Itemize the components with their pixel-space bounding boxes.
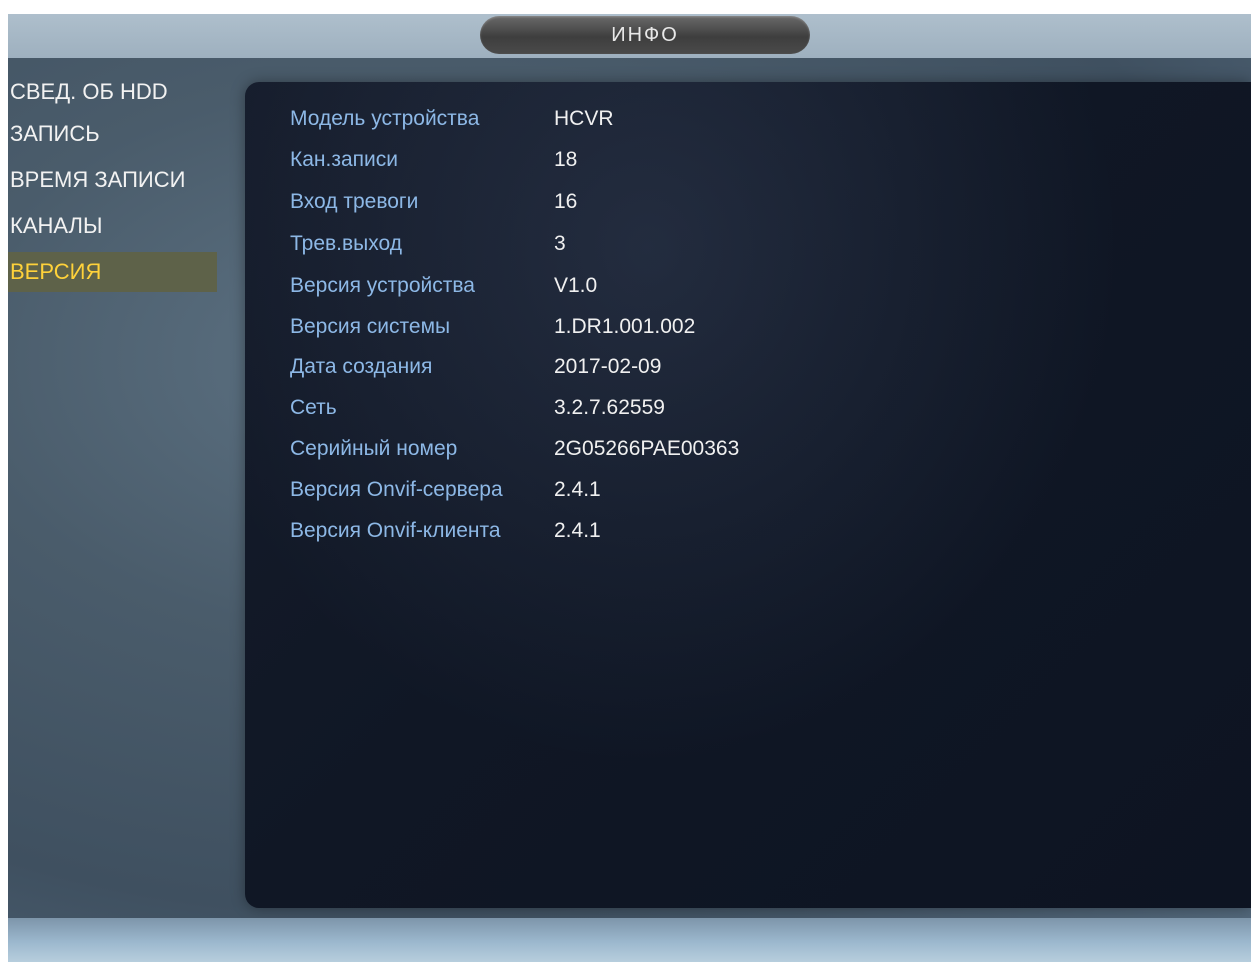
info-label: Трев.выход bbox=[290, 232, 402, 255]
info-label: Версия системы bbox=[290, 315, 451, 338]
bottom-bar bbox=[8, 918, 1251, 962]
info-value: 3 bbox=[554, 232, 566, 255]
info-value: 1.DR1.001.002 bbox=[554, 315, 696, 338]
info-label: Версия Onvif-клиента bbox=[290, 519, 501, 542]
sidebar-item-record-time[interactable]: ВРЕМЯ ЗАПИСИ bbox=[8, 160, 217, 200]
info-value: 2017-02-09 bbox=[554, 355, 662, 378]
info-label: Вход тревоги bbox=[290, 190, 419, 213]
info-label: Модель устройства bbox=[290, 107, 480, 130]
dvr-screen: ИНФО СВЕД. ОБ HDD ЗАПИСЬ ВРЕМЯ ЗАПИСИ КА… bbox=[0, 0, 1251, 970]
info-value: HCVR bbox=[554, 107, 614, 130]
bottom-margin bbox=[0, 962, 1251, 970]
info-label: Серийный номер bbox=[290, 437, 458, 460]
info-value: 3.2.7.62559 bbox=[554, 396, 665, 419]
info-label: Сеть bbox=[290, 396, 337, 419]
sidebar-item-hdd-info[interactable]: СВЕД. ОБ HDD bbox=[8, 72, 217, 112]
info-label: Версия устройства bbox=[290, 274, 475, 297]
info-value: 16 bbox=[554, 190, 578, 213]
sidebar-item-channels[interactable]: КАНАЛЫ bbox=[8, 206, 217, 246]
window-title: ИНФО bbox=[480, 16, 810, 54]
info-value: 2G05266PAE00363 bbox=[554, 437, 740, 460]
info-value: 18 bbox=[554, 148, 578, 171]
info-label: Версия Onvif-сервера bbox=[290, 478, 503, 501]
info-label: Кан.записи bbox=[290, 148, 398, 171]
sidebar-item-version[interactable]: ВЕРСИЯ bbox=[8, 252, 217, 292]
info-value: 2.4.1 bbox=[554, 478, 601, 501]
left-margin bbox=[0, 0, 8, 970]
info-value: 2.4.1 bbox=[554, 519, 601, 542]
info-label: Дата создания bbox=[290, 355, 433, 378]
info-value: V1.0 bbox=[554, 274, 598, 297]
sidebar-item-record[interactable]: ЗАПИСЬ bbox=[8, 114, 217, 154]
